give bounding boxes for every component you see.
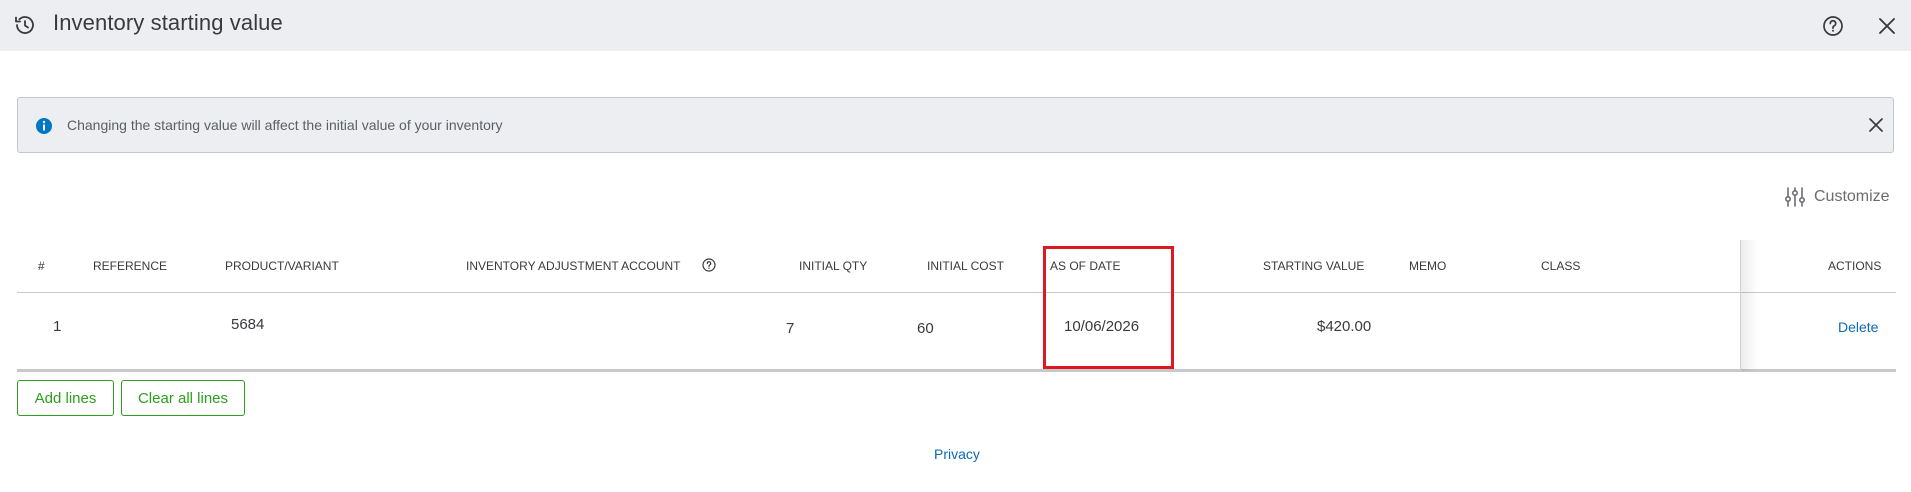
inventory-table: # REFERENCE PRODUCT/VARIANT INVENTORY AD… bbox=[17, 240, 1896, 372]
customize-button[interactable]: Customize bbox=[1784, 186, 1890, 208]
help-circle-icon[interactable] bbox=[1820, 13, 1846, 39]
history-icon bbox=[15, 16, 34, 34]
help-circle-icon[interactable] bbox=[701, 257, 717, 273]
starting-value-cell: $420.00 bbox=[1317, 318, 1372, 335]
info-icon bbox=[36, 118, 52, 134]
as-of-date-highlight bbox=[1043, 246, 1174, 369]
dialog-header: Inventory starting value bbox=[0, 0, 1911, 51]
clear-all-lines-button[interactable]: Clear all lines bbox=[121, 380, 245, 416]
info-banner: Changing the starting value will affect … bbox=[17, 97, 1894, 153]
table-row: 1 5684 7 60 10/06/2026 $420.00 Delete bbox=[17, 293, 1896, 372]
table-header: # REFERENCE PRODUCT/VARIANT INVENTORY AD… bbox=[17, 240, 1896, 293]
column-header-initial-qty: INITIAL QTY bbox=[799, 259, 868, 273]
initial-cost-cell[interactable]: 60 bbox=[917, 320, 934, 337]
actions-column-shadow bbox=[1740, 240, 1758, 371]
delete-row-link[interactable]: Delete bbox=[1838, 319, 1878, 335]
row-number: 1 bbox=[53, 318, 62, 335]
column-header-actions: ACTIONS bbox=[1828, 259, 1882, 273]
column-header-memo: MEMO bbox=[1409, 259, 1447, 273]
initial-qty-cell[interactable]: 7 bbox=[786, 320, 794, 337]
column-header-starting-value: STARTING VALUE bbox=[1263, 259, 1365, 273]
column-header-initial-cost: INITIAL COST bbox=[927, 259, 1004, 273]
column-header-number: # bbox=[38, 259, 45, 273]
sliders-icon bbox=[1784, 187, 1806, 207]
close-icon[interactable] bbox=[1874, 13, 1900, 39]
column-header-class: CLASS bbox=[1541, 259, 1581, 273]
customize-label: Customize bbox=[1814, 188, 1890, 205]
column-header-product: PRODUCT/VARIANT bbox=[225, 259, 339, 273]
privacy-link[interactable]: Privacy bbox=[934, 446, 980, 462]
banner-message: Changing the starting value will affect … bbox=[67, 117, 503, 133]
product-cell[interactable]: 5684 bbox=[231, 316, 264, 333]
page-title: Inventory starting value bbox=[53, 10, 283, 35]
banner-close-icon[interactable] bbox=[1866, 115, 1886, 135]
add-lines-button[interactable]: Add lines bbox=[17, 380, 114, 416]
column-header-reference: REFERENCE bbox=[93, 259, 168, 273]
column-header-account: INVENTORY ADJUSTMENT ACCOUNT bbox=[466, 259, 681, 273]
